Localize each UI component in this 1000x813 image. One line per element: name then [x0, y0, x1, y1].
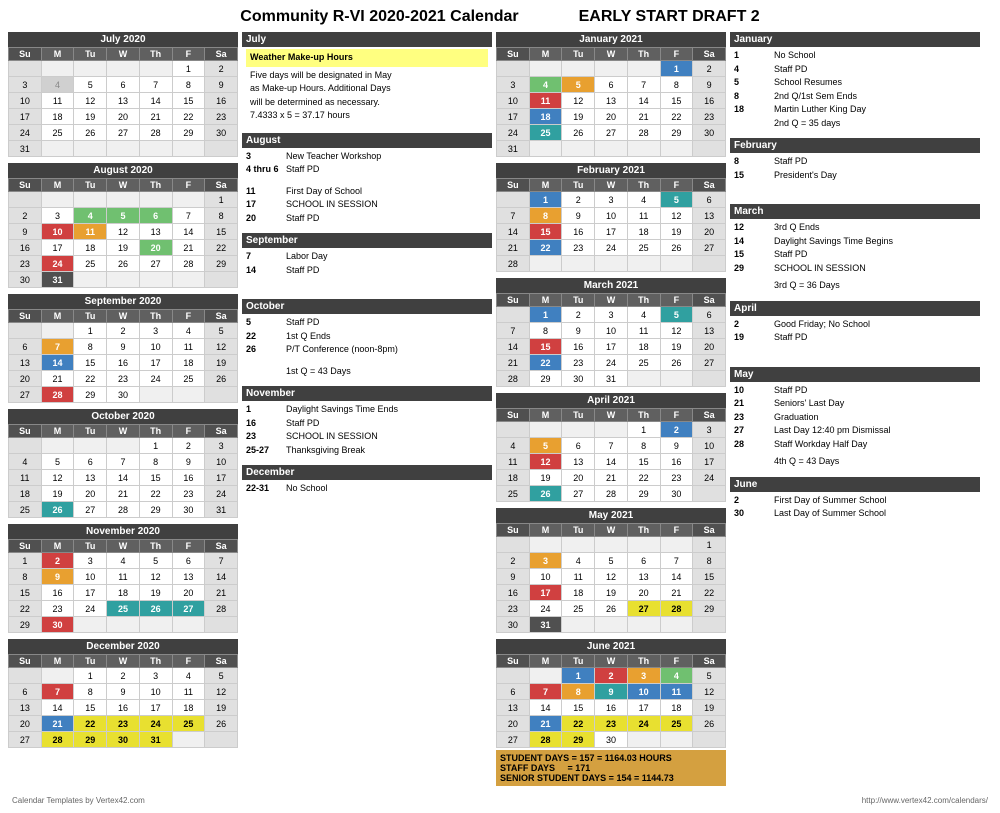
- month-header-july2020: July 2020: [8, 32, 238, 47]
- notes-header-january: January: [730, 32, 980, 47]
- notes-header-october: October: [242, 299, 492, 314]
- month-header-jun2021: June 2021: [496, 639, 726, 654]
- month-header-mar2021: March 2021: [496, 278, 726, 293]
- month-header-feb2021: February 2021: [496, 163, 726, 178]
- notes-november: November 1Daylight Savings Time Ends 16S…: [242, 386, 492, 459]
- month-aug2020: August 2020 SuMTuWThFSa 1 2345678 910111…: [8, 163, 238, 288]
- notes-header-march: March: [730, 204, 980, 219]
- notes-header-may: May: [730, 367, 980, 382]
- month-dec2020: December 2020 SuMTuWThFSa 12345 67891011…: [8, 639, 238, 748]
- notes-may: May 10Staff PD 21Seniors' Last Day 23Gra…: [730, 367, 980, 471]
- notes-header-december: December: [242, 465, 492, 480]
- month-july2020: July 2020 SuMTuWThFSa 12 3456789 1011121…: [8, 32, 238, 157]
- notes-header-june: June: [730, 477, 980, 492]
- footer-left: Calendar Templates by Vertex42.com: [12, 796, 145, 805]
- month-jun2021: June 2021 SuMTuWThFSa 12345 6789101112 1…: [496, 639, 726, 786]
- month-apr2021: April 2021 SuMTuWThFSa 123 45678910 1112…: [496, 393, 726, 502]
- month-header-apr2021: April 2021: [496, 393, 726, 408]
- notes-april: April 2Good Friday; No School 19Staff PD: [730, 301, 980, 361]
- month-feb2021: February 2021 SuMTuWThFSa 123456 7891011…: [496, 163, 726, 272]
- footer-right: http://www.vertex42.com/calendars/: [862, 796, 988, 805]
- notes-june: June 2First Day of Summer School 30Last …: [730, 477, 980, 537]
- notes-september: September 7Labor Day 14Staff PD: [242, 233, 492, 293]
- page-title: Community R-VI 2020-2021 Calendar: [240, 8, 518, 26]
- month-header-oct2020: October 2020: [8, 409, 238, 424]
- month-sep2020: September 2020 SuMTuWThFSa 12345 6789101…: [8, 294, 238, 403]
- month-header-nov2020: November 2020: [8, 524, 238, 539]
- notes-august: August 3New Teacher Workshop 4 thru 6Sta…: [242, 133, 492, 228]
- notes-october: October 5Staff PD 221st Q Ends 26P/T Con…: [242, 299, 492, 380]
- notes-header-august: August: [242, 133, 492, 148]
- notes-february: February 8Staff PD 15President's Day: [730, 138, 980, 198]
- month-header-may2021: May 2021: [496, 508, 726, 523]
- notes-december: December 22-31No School: [242, 465, 492, 525]
- month-oct2020: October 2020 SuMTuWThFSa 123 45678910 11…: [8, 409, 238, 518]
- notes-header-april: April: [730, 301, 980, 316]
- notes-july: July Weather Make-up Hours Five days wil…: [242, 32, 492, 127]
- notes-header-february: February: [730, 138, 980, 153]
- notes-march: March 123rd Q Ends 14Daylight Savings Ti…: [730, 204, 980, 295]
- month-mar2021: March 2021 SuMTuWThFSa 123456 7891011121…: [496, 278, 726, 387]
- month-header-jan2021: January 2021: [496, 32, 726, 47]
- month-jan2021: January 2021 SuMTuWThFSa 12 3456789 1011…: [496, 32, 726, 157]
- month-may2021: May 2021 SuMTuWThFSa 1 2345678 910111213…: [496, 508, 726, 633]
- month-nov2020: November 2020 SuMTuWThFSa 1234567 891011…: [8, 524, 238, 633]
- month-header-dec2020: December 2020: [8, 639, 238, 654]
- month-header-aug2020: August 2020: [8, 163, 238, 178]
- totals-box: STUDENT DAYS = 157 = 1164.03 HOURS STAFF…: [496, 750, 726, 786]
- notes-header-july: July: [242, 32, 492, 47]
- notes-header-november: November: [242, 386, 492, 401]
- notes-january: January 1No School 4Staff PD 5School Res…: [730, 32, 980, 132]
- notes-header-september: September: [242, 233, 492, 248]
- month-header-sep2020: September 2020: [8, 294, 238, 309]
- page-subtitle: EARLY START DRAFT 2: [579, 8, 760, 26]
